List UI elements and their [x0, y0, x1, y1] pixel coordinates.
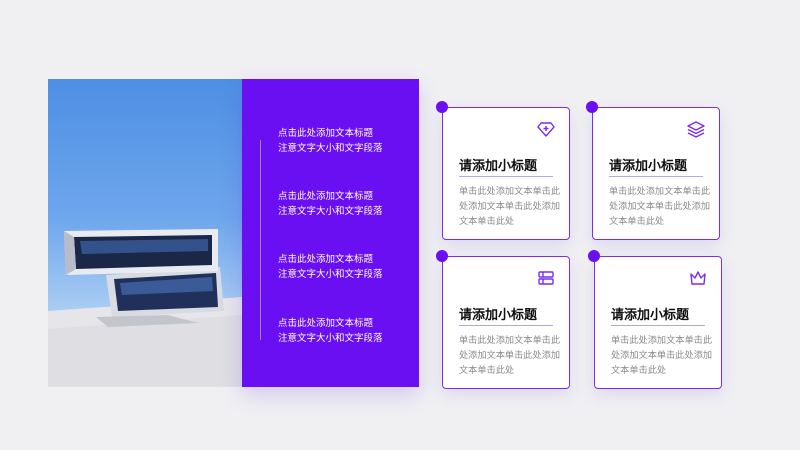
card-dot: [436, 101, 448, 113]
architecture-photo: [48, 79, 242, 387]
card-divider: [609, 176, 703, 177]
panel-item-subtitle: 注意文字大小和文字段落: [278, 206, 383, 217]
panel-item-subtitle: 注意文字大小和文字段落: [278, 333, 383, 344]
card-title: 请添加小标题: [459, 159, 538, 174]
crown-icon: [690, 271, 706, 285]
card-body: 单击此处添加文本单击此处添加文本单击此处添加文本单击此处: [459, 186, 561, 227]
panel-item-title: 点击此处添加文本标题: [278, 128, 374, 139]
feature-card[interactable]: 请添加小标题 单击此处添加文本单击此处添加文本单击此处添加文本单击此处: [436, 101, 570, 240]
panel-text-item[interactable]: 点击此处添加文本标题 注意文字大小和文字段落: [278, 126, 418, 156]
card-title: 请添加小标题: [611, 308, 690, 323]
panel-text-item[interactable]: 点击此处添加文本标题 注意文字大小和文字段落: [278, 316, 418, 346]
layers-icon: [687, 121, 705, 138]
card-dot: [588, 250, 600, 262]
card-title: 请添加小标题: [459, 308, 538, 323]
panel-item-subtitle: 注意文字大小和文字段落: [278, 143, 383, 154]
card-body: 单击此处添加文本单击此处添加文本单击此处添加文本单击此处: [609, 186, 711, 227]
card-title: 请添加小标题: [609, 159, 688, 174]
card-dot: [436, 250, 448, 262]
panel-item-title: 点击此处添加文本标题: [278, 191, 374, 202]
panel-item-title: 点击此处添加文本标题: [278, 254, 374, 265]
panel-divider: [260, 140, 261, 340]
card-divider: [459, 176, 553, 177]
feature-card[interactable]: 请添加小标题 单击此处添加文本单击此处添加文本单击此处添加文本单击此处: [586, 101, 720, 240]
card-body: 单击此处添加文本单击此处添加文本单击此处添加文本单击此处: [611, 335, 713, 376]
panel-text-item[interactable]: 点击此处添加文本标题 注意文字大小和文字段落: [278, 189, 418, 219]
panel-text-item[interactable]: 点击此处添加文本标题 注意文字大小和文字段落: [278, 252, 418, 282]
card-divider: [459, 325, 553, 326]
panel-item-title: 点击此处添加文本标题: [278, 318, 374, 329]
card-divider: [611, 325, 705, 326]
feature-card[interactable]: 请添加小标题 单击此处添加文本单击此处添加文本单击此处添加文本单击此处: [436, 250, 570, 389]
books-icon: [538, 271, 554, 285]
card-dot: [586, 101, 598, 113]
card-body: 单击此处添加文本单击此处添加文本单击此处添加文本单击此处: [459, 335, 561, 376]
diamond-plus-icon: [537, 122, 555, 137]
panel-item-subtitle: 注意文字大小和文字段落: [278, 269, 383, 280]
feature-card[interactable]: 请添加小标题 单击此处添加文本单击此处添加文本单击此处添加文本单击此处: [588, 250, 722, 389]
